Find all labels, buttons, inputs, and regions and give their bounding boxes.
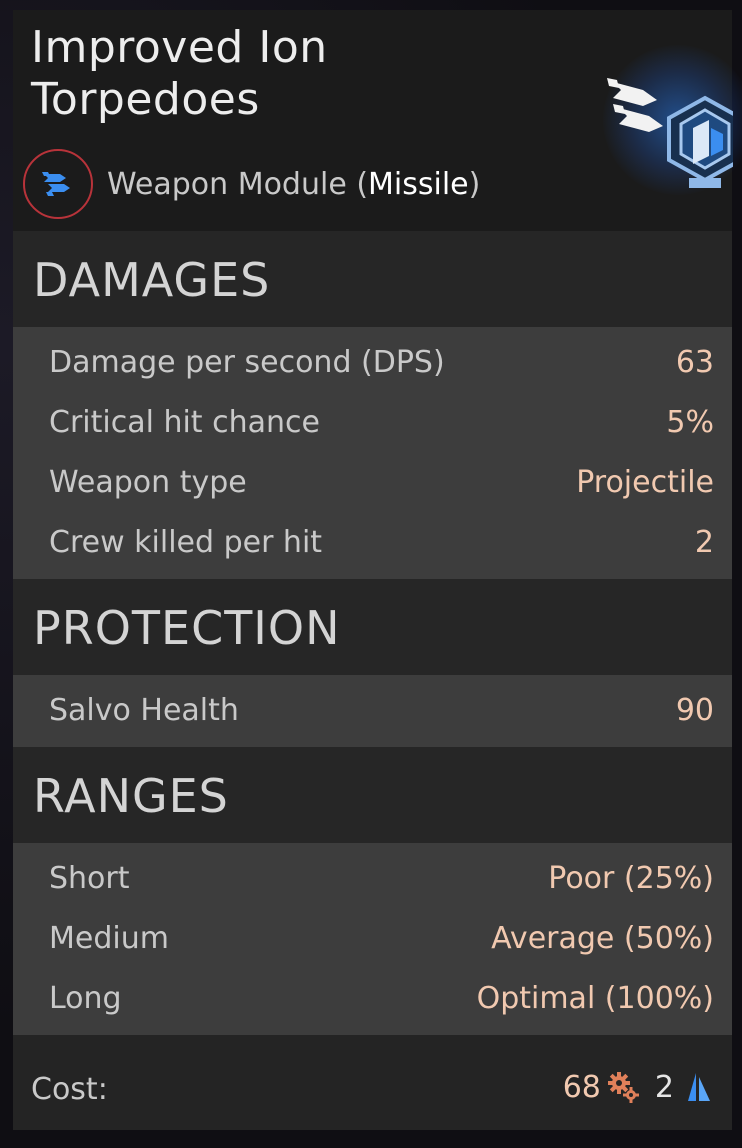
ranges-title: RANGES bbox=[33, 769, 229, 823]
stat-row: Critical hit chance 5% bbox=[13, 393, 732, 453]
stat-label: Weapon type bbox=[49, 465, 247, 500]
module-cube-icon bbox=[607, 78, 733, 188]
cost-values: 68 2 bbox=[563, 1070, 714, 1105]
parts-cost: 68 bbox=[562, 1070, 601, 1105]
type-suffix: ) bbox=[468, 166, 481, 202]
damages-stats: Damage per second (DPS) 63 Critical hit … bbox=[13, 327, 732, 579]
blue-crystal-icon bbox=[688, 1072, 710, 1101]
gears-icon bbox=[607, 1071, 639, 1103]
missile-type-badge bbox=[23, 149, 93, 219]
stat-row: Weapon type Projectile bbox=[13, 453, 732, 513]
background: Improved Ion Torpedoes Weapon Module (Mi… bbox=[0, 0, 742, 1148]
stat-label: Damage per second (DPS) bbox=[49, 345, 445, 380]
stat-value: Optimal (100%) bbox=[476, 981, 714, 1016]
cost-label: Cost: bbox=[31, 1072, 108, 1107]
stat-label: Salvo Health bbox=[49, 693, 239, 728]
stat-label: Critical hit chance bbox=[49, 405, 320, 440]
stat-row: Damage per second (DPS) 63 bbox=[13, 333, 732, 393]
protection-section-heading: PROTECTION bbox=[13, 579, 732, 675]
crystal-cost: 2 bbox=[654, 1070, 674, 1105]
stat-label: Crew killed per hit bbox=[49, 525, 323, 560]
stat-label: Medium bbox=[49, 921, 169, 956]
missile-icon bbox=[42, 172, 70, 196]
stat-value: Average (50%) bbox=[491, 921, 714, 956]
module-type-row: Weapon Module (Missile) bbox=[23, 146, 480, 222]
protection-stats: Salvo Health 90 bbox=[13, 675, 732, 747]
protection-title: PROTECTION bbox=[33, 601, 341, 655]
stat-row: Long Optimal (100%) bbox=[13, 969, 732, 1029]
damages-title: DAMAGES bbox=[33, 253, 271, 307]
stat-row: Salvo Health 90 bbox=[13, 681, 732, 741]
module-title: Improved Ion Torpedoes bbox=[31, 22, 328, 125]
stat-row: Medium Average (50%) bbox=[13, 909, 732, 969]
type-category: Missile bbox=[368, 166, 469, 202]
stat-value: Poor (25%) bbox=[548, 861, 714, 896]
stat-label: Short bbox=[49, 861, 130, 896]
stat-value: 90 bbox=[675, 693, 714, 728]
stat-row: Crew killed per hit 2 bbox=[13, 513, 732, 573]
type-prefix: Weapon Module ( bbox=[107, 166, 369, 202]
module-tooltip: Improved Ion Torpedoes Weapon Module (Mi… bbox=[13, 10, 742, 1130]
module-type-label: Weapon Module (Missile) bbox=[107, 167, 480, 202]
stat-value: 5% bbox=[666, 405, 714, 440]
damages-section-heading: DAMAGES bbox=[13, 231, 732, 327]
stat-value: 2 bbox=[694, 525, 714, 560]
ranges-stats: Short Poor (25%) Medium Average (50%) Lo… bbox=[13, 843, 732, 1035]
stat-row: Short Poor (25%) bbox=[13, 849, 732, 909]
ranges-section-heading: RANGES bbox=[13, 747, 732, 843]
tooltip-header: Improved Ion Torpedoes Weapon Module (Mi… bbox=[13, 10, 742, 231]
stat-value: Projectile bbox=[576, 465, 714, 500]
cost-footer: Cost: 68 2 bbox=[13, 1052, 732, 1130]
stat-value: 63 bbox=[675, 345, 714, 380]
stat-label: Long bbox=[49, 981, 122, 1016]
